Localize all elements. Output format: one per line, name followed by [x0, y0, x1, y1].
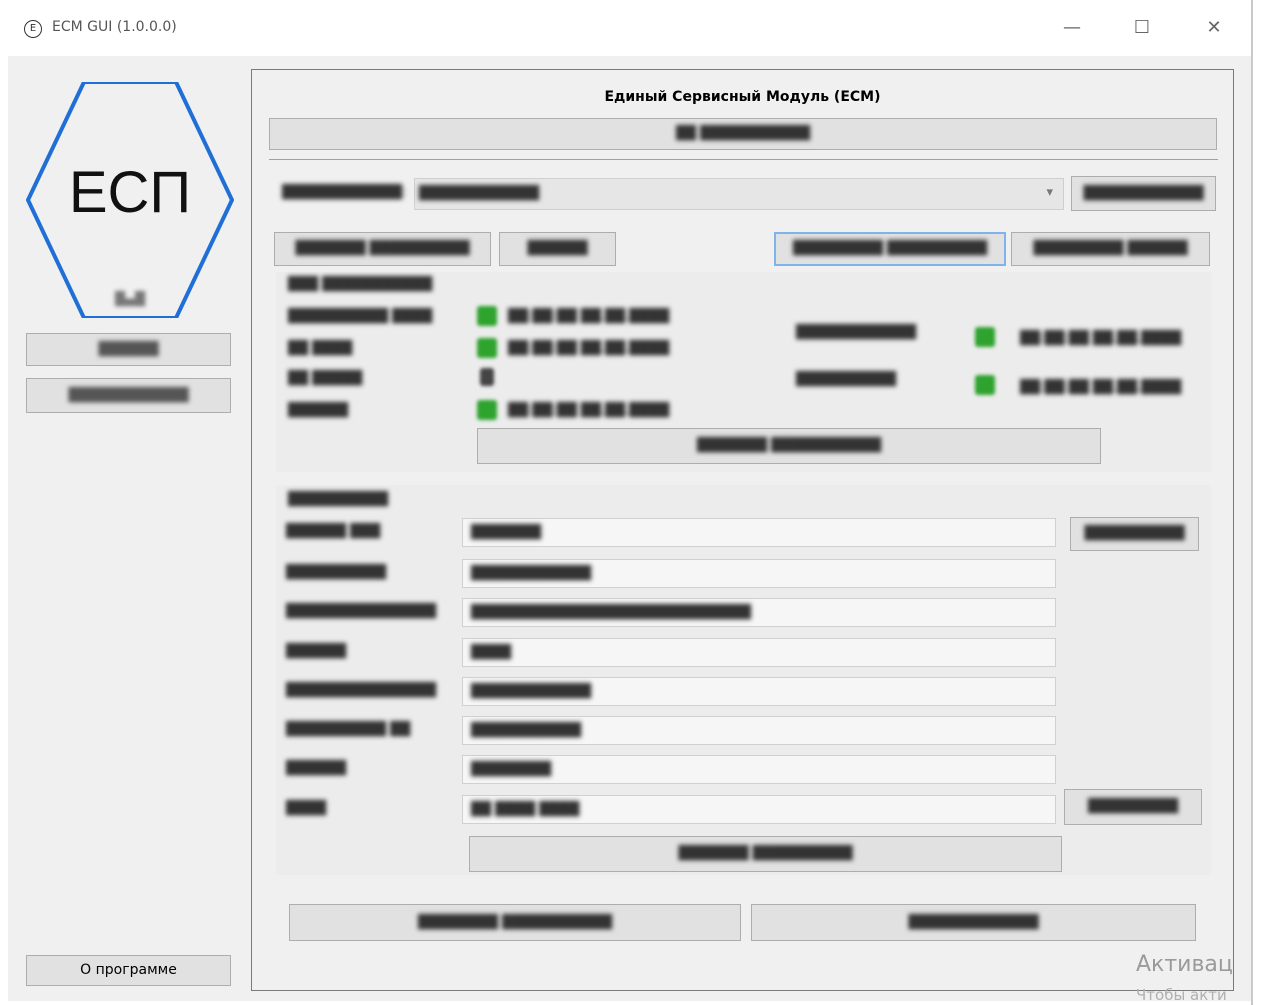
identifier-combo[interactable]: ████████████ ▾	[414, 178, 1064, 210]
info-side-button-2-label: █████████	[1088, 799, 1178, 814]
bottom-button-1-label: ████████ ███████████	[417, 915, 613, 930]
action-button-1-label: ███████ ██████████	[295, 241, 470, 256]
info-value: ██ ████ ████	[471, 802, 580, 817]
window-title: ECM GUI (1.0.0.0)	[52, 19, 177, 35]
info-label: ██████████	[286, 565, 386, 580]
info-field[interactable]: ████████████	[462, 559, 1056, 588]
activation-watermark: Активац	[1136, 952, 1233, 977]
info-label: ████	[286, 801, 326, 816]
bottom-button-2[interactable]: █████████████	[751, 904, 1196, 941]
logo-text: ЕСП	[69, 160, 191, 225]
action-button-3-label: █████████ ██████████	[792, 241, 988, 256]
action-button-3[interactable]: █████████ ██████████	[774, 232, 1006, 266]
minimize-button[interactable]: —	[1052, 12, 1092, 44]
status-indicator	[975, 375, 995, 395]
info-field[interactable]: ██ ████ ████	[462, 795, 1056, 824]
info-value: ███████████	[471, 723, 581, 738]
refresh-list-button[interactable]: ████████████	[1071, 176, 1216, 211]
chevron-down-icon: ▾	[1046, 185, 1053, 200]
info-side-button-2[interactable]: █████████	[1064, 789, 1202, 825]
module-time: ██:██:██ ██.██.████	[508, 341, 670, 356]
info-label: ██████	[286, 644, 346, 659]
info-label: ██████████ ██	[286, 722, 411, 737]
module-name: ██████████ ████	[288, 309, 433, 324]
about-button[interactable]: О программе	[26, 955, 231, 986]
info-label: ██████ ███	[286, 524, 381, 539]
info-field[interactable]: ████████	[462, 755, 1056, 784]
info-field[interactable]: ████████████████████████████	[462, 598, 1056, 627]
info-value: ████	[471, 645, 511, 660]
action-button-2-label: ██████	[527, 241, 588, 256]
close-button[interactable]: ✕	[1194, 12, 1234, 44]
action-button-1[interactable]: ███████ ██████████	[274, 232, 491, 266]
info-field[interactable]: ████████████	[462, 677, 1056, 706]
refresh-modules-button[interactable]: ███████ ███████████	[477, 428, 1101, 464]
module-name: ██████████	[796, 372, 896, 387]
bottom-button-2-label: █████████████	[908, 915, 1039, 930]
status-indicator	[480, 368, 494, 386]
info-label: ██████	[286, 761, 346, 776]
info-field[interactable]: ████	[462, 638, 1056, 667]
update-info-button-label: ███████ ██████████	[678, 846, 853, 861]
module-time: ██:██:██ ██.██.████	[508, 309, 670, 324]
action-button-2[interactable]: ██████	[499, 232, 616, 266]
title-bar: E ECM GUI (1.0.0.0) — ☐ ✕	[0, 0, 1251, 56]
module-name: ██████	[288, 403, 348, 418]
module-name: ████████████	[796, 325, 916, 340]
info-value: ████████████████████████████	[471, 605, 751, 620]
module-time: ██:██:██ ██.██.████	[508, 403, 670, 418]
info-value: ████████████	[471, 566, 591, 581]
sidebar-button-2[interactable]: ████████████	[26, 378, 231, 413]
module-time: ██:██:██ ██.██.████	[1020, 331, 1182, 346]
info-label: ███████████████	[286, 604, 436, 619]
window-edge	[1251, 0, 1253, 1005]
info-title: ██████████	[288, 492, 388, 507]
action-button-4-label: █████████ ██████	[1033, 241, 1188, 256]
module-name: ██ ████	[288, 341, 353, 356]
sidebar-button-1-label: ██████	[98, 342, 159, 357]
identifier-label: ████████████:	[282, 185, 407, 200]
info-label: ███████████████	[286, 683, 436, 698]
maximize-button[interactable]: ☐	[1122, 12, 1162, 44]
sidebar-button-1[interactable]: ██████	[26, 333, 231, 366]
status-indicator	[477, 400, 497, 420]
main-title: Единый Сервисный Модуль (ЕСМ)	[604, 89, 881, 105]
separator	[269, 159, 1218, 160]
top-action-button-label: ██ ███████████	[675, 126, 811, 141]
info-side-button-1-label: ██████████	[1084, 526, 1185, 541]
refresh-modules-button-label: ███████ ███████████	[696, 438, 882, 453]
activation-watermark-sub: Чтобы акти	[1136, 986, 1227, 1004]
top-action-button[interactable]: ██ ███████████	[269, 118, 1217, 150]
user-label: █▄█	[115, 292, 145, 307]
info-field[interactable]: ███████	[462, 518, 1056, 547]
status-indicator	[975, 327, 995, 347]
module-time: ██:██:██ ██.██.████	[1020, 380, 1182, 395]
info-field[interactable]: ███████████	[462, 716, 1056, 745]
sidebar-button-2-label: ████████████	[68, 388, 189, 403]
update-info-button[interactable]: ███████ ██████████	[469, 836, 1062, 872]
status-indicator	[477, 338, 497, 358]
esp-logo: ЕСП	[26, 82, 234, 318]
bottom-button-1[interactable]: ████████ ███████████	[289, 904, 741, 941]
status-indicator	[477, 306, 497, 326]
modules-title: ███ ███████████	[288, 277, 433, 292]
info-side-button-1[interactable]: ██████████	[1070, 517, 1199, 551]
info-value: ███████	[471, 525, 541, 540]
identifier-value: ████████████	[419, 186, 539, 201]
info-value: ████████	[471, 762, 551, 777]
refresh-list-button-label: ████████████	[1083, 186, 1204, 201]
app-icon: E	[24, 20, 42, 38]
action-button-4[interactable]: █████████ ██████	[1011, 232, 1210, 266]
module-name: ██ █████	[288, 371, 363, 386]
info-value: ████████████	[471, 684, 591, 699]
